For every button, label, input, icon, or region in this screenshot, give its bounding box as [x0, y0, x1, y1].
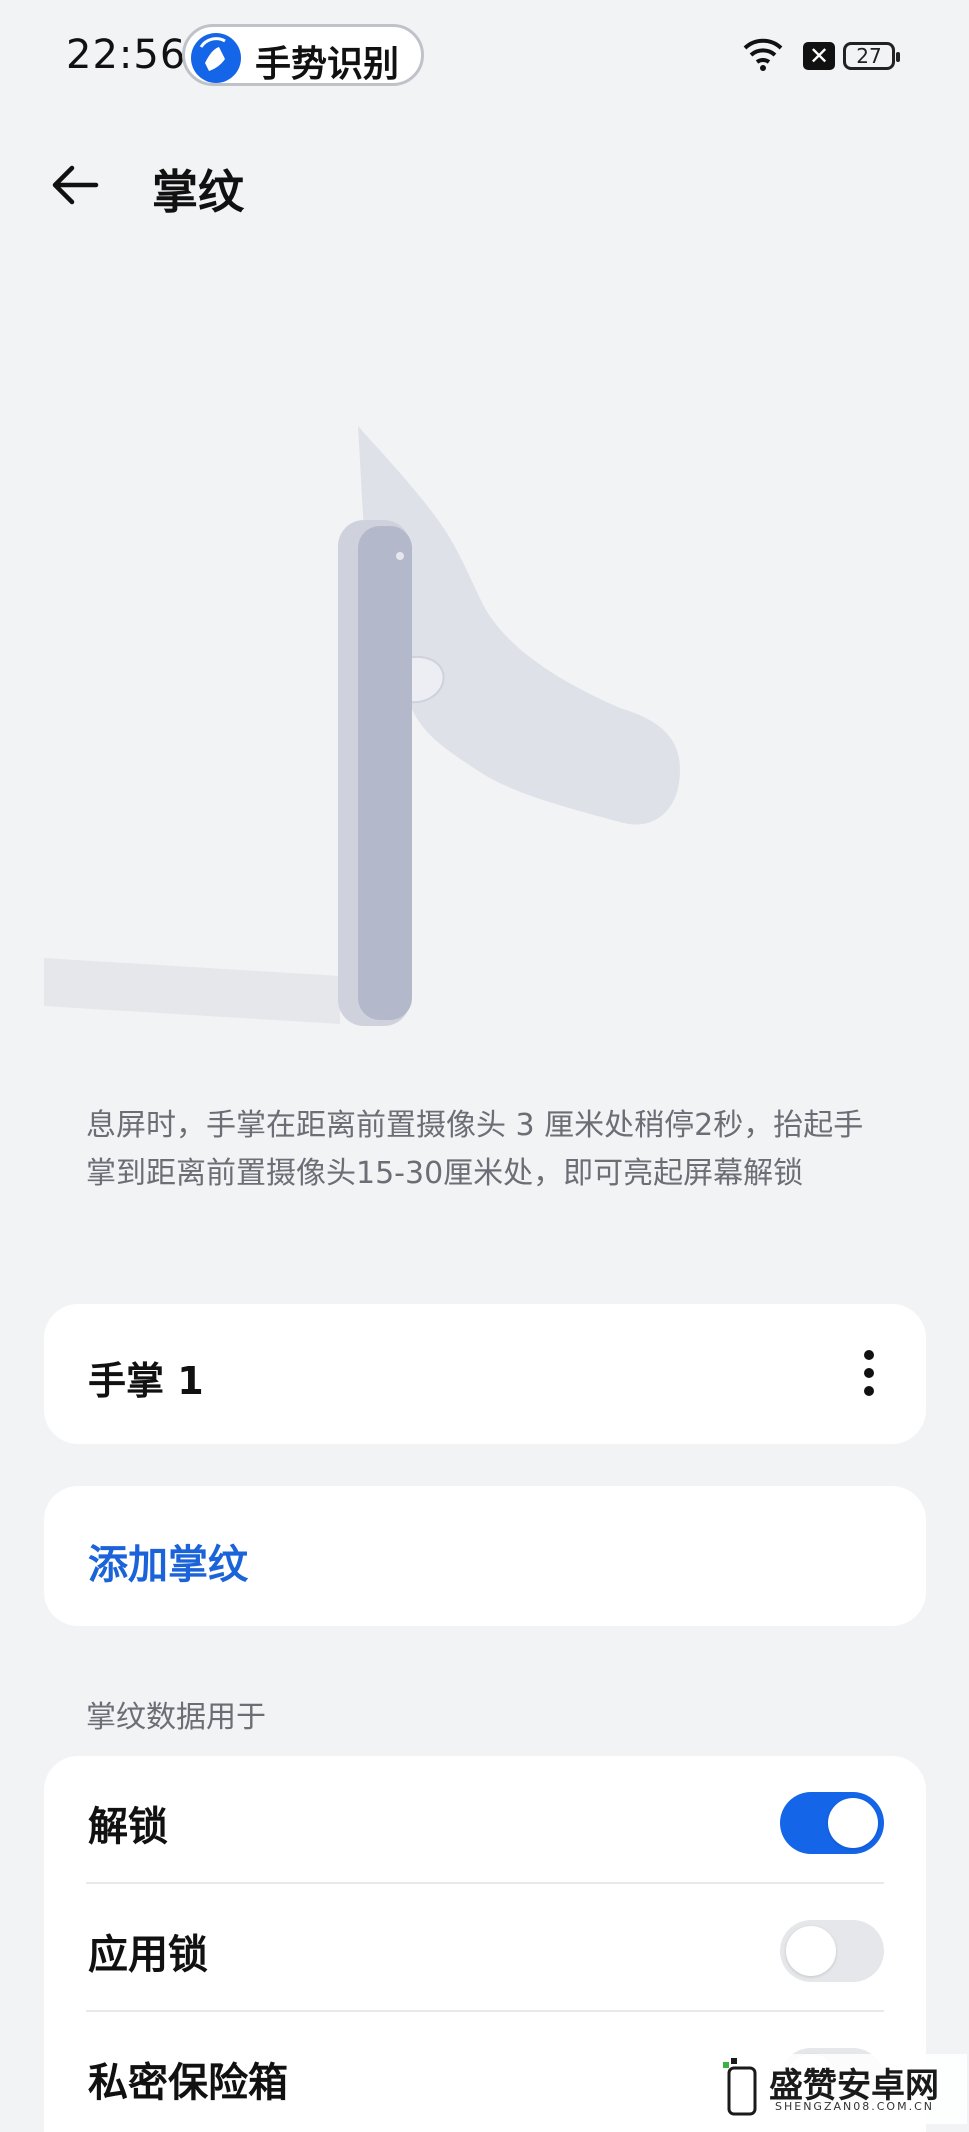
setting-row-app-lock[interactable]: 应用锁	[44, 1884, 926, 2012]
phone-logo-icon	[723, 2058, 757, 2116]
setting-row-unlock[interactable]: 解锁	[44, 1756, 926, 1884]
gesture-recognition-pill[interactable]: 手势识别	[182, 24, 424, 86]
setting-label-app-lock: 应用锁	[88, 1932, 208, 1978]
more-vertical-icon[interactable]	[862, 1350, 876, 1396]
toggle-knob	[828, 1798, 878, 1848]
usage-section-label: 掌纹数据用于	[86, 1700, 266, 1735]
watermark-subtext: SHENGZAN08.COM.CN	[775, 2100, 934, 2113]
battery-icon: 27	[843, 42, 900, 70]
wifi-icon	[741, 36, 785, 76]
status-time: 22:56	[66, 32, 187, 78]
add-palm-button[interactable]: 添加掌纹	[44, 1486, 926, 1626]
toggle-knob	[786, 1926, 836, 1976]
watermark-logo: 盛赞安卓网 SHENGZAN08.COM.CN	[717, 2054, 967, 2124]
palm-settings-page: 22:56 手势识别 ✕ 27 掌纹 息屏时，手掌在距离前置摄像头 3 厘米处稍…	[0, 0, 969, 2132]
add-palm-label: 添加掌纹	[88, 1542, 248, 1588]
back-arrow-icon	[52, 165, 99, 205]
setting-label-private-vault: 私密保险箱	[88, 2060, 288, 2106]
back-button[interactable]	[46, 160, 106, 210]
hand-gesture-icon	[191, 33, 241, 83]
palm-entry-card[interactable]: 手掌 1	[44, 1304, 926, 1444]
app-lock-toggle[interactable]	[780, 1920, 884, 1982]
palm-entry-label: 手掌 1	[88, 1359, 204, 1403]
sim-blocked-icon: ✕	[803, 42, 835, 70]
palm-unlock-illustration	[44, 426, 680, 1026]
gesture-pill-label: 手势识别	[255, 44, 400, 85]
status-bar: 22:56 手势识别 ✕ 27	[0, 0, 969, 112]
unlock-toggle[interactable]	[780, 1792, 884, 1854]
page-title: 掌纹	[152, 165, 244, 219]
setting-label-unlock: 解锁	[88, 1804, 168, 1850]
hint-text: 息屏时，手掌在距离前置摄像头 3 厘米处稍停2秒，抬起手掌到距离前置摄像头15-…	[86, 1108, 864, 1191]
